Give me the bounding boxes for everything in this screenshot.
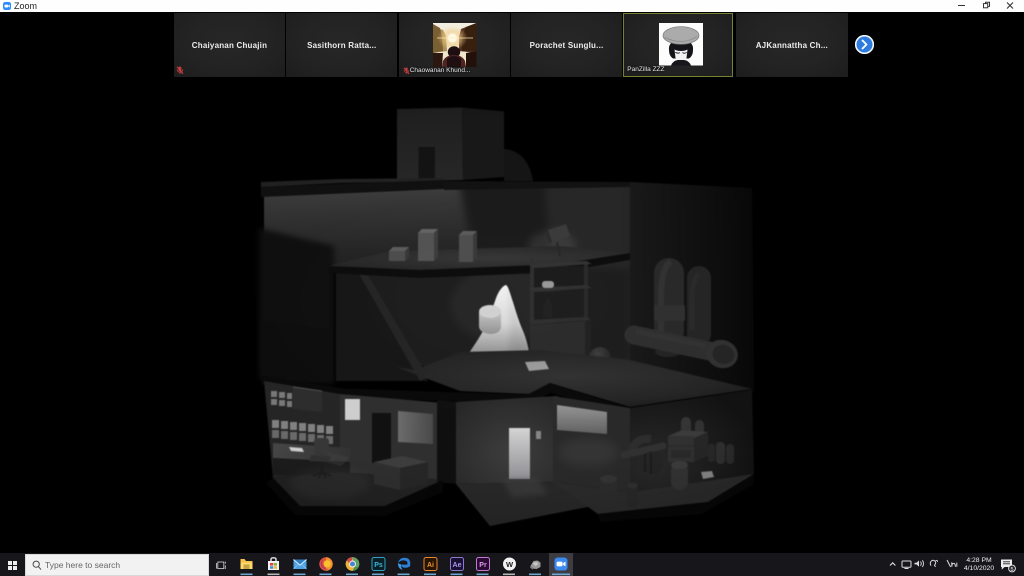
svg-text:5: 5 bbox=[1010, 567, 1013, 573]
svg-text:Pr: Pr bbox=[479, 562, 487, 569]
svg-text:Ps: Ps bbox=[374, 562, 383, 569]
svg-text:Ai: Ai bbox=[427, 562, 434, 569]
svg-text:Ae: Ae bbox=[453, 562, 462, 569]
svg-text:W: W bbox=[506, 560, 514, 569]
